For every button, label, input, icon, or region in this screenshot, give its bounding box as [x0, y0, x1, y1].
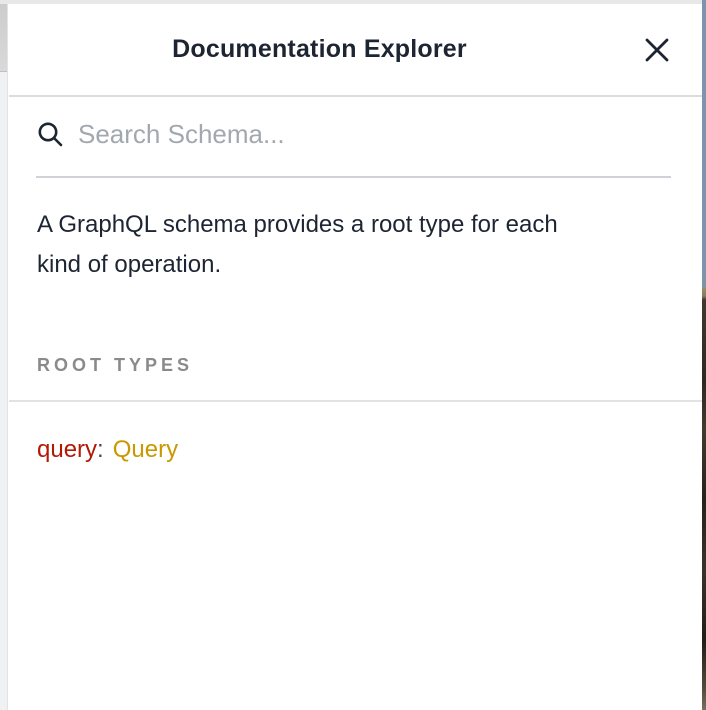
- search-input[interactable]: [78, 119, 671, 154]
- field-type-separator: :: [97, 436, 104, 463]
- root-types-section-label: ROOT TYPES: [9, 355, 702, 402]
- documentation-explorer-panel: Documentation Explorer A GraphQL schema …: [9, 4, 702, 710]
- schema-description: A GraphQL schema provides a root type fo…: [9, 178, 702, 285]
- page-title: Documentation Explorer: [9, 35, 630, 64]
- root-type-row-query: query: Query: [9, 402, 702, 464]
- desktop-wallpaper-sliver: [702, 0, 706, 710]
- root-type-query-type-link[interactable]: Query: [113, 436, 178, 463]
- schema-description-line: A GraphQL schema provides a root type fo…: [37, 205, 675, 245]
- close-icon: [644, 37, 670, 63]
- background-app-edge: [0, 4, 8, 710]
- search-icon: [36, 120, 65, 154]
- close-button[interactable]: [630, 23, 684, 77]
- root-type-query-field-link[interactable]: query: [37, 436, 97, 463]
- schema-search-bar: [36, 97, 671, 178]
- schema-description-line: kind of operation.: [37, 245, 675, 285]
- doc-explorer-header: Documentation Explorer: [9, 4, 702, 97]
